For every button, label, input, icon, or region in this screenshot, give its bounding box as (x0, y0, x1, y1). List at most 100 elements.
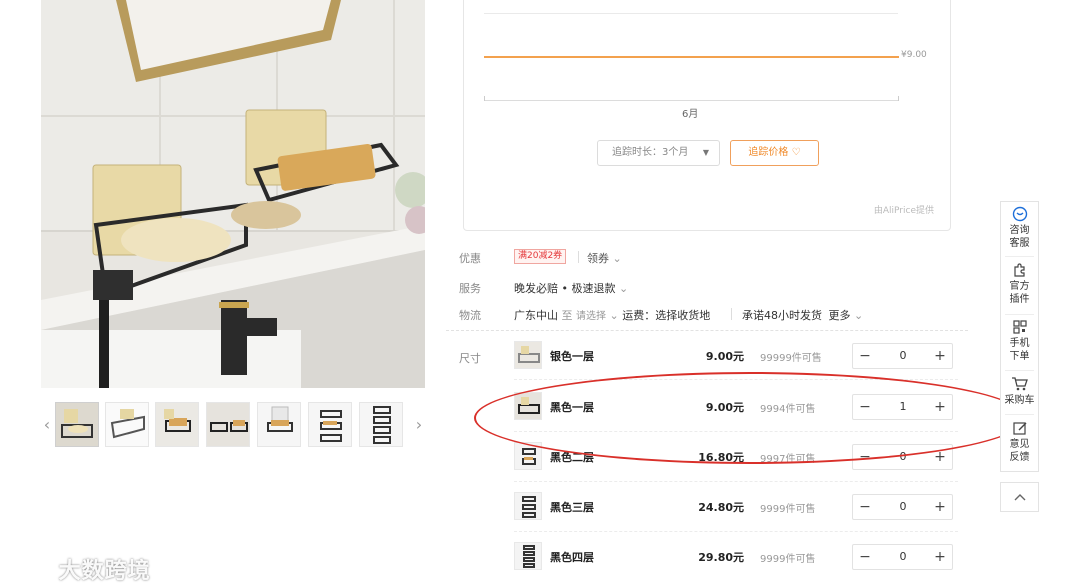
provider-credit: 由AliPrice提供 (873, 206, 934, 216)
chevron-up-icon (1014, 494, 1025, 501)
thumbnail[interactable] (308, 402, 352, 447)
price-axis-label: ¥9.00 (901, 50, 927, 60)
to-label: 至 (561, 309, 573, 322)
destination-select[interactable]: 请选择 (576, 311, 606, 322)
decrement-button[interactable]: − (853, 495, 877, 519)
edit-icon (1012, 422, 1026, 435)
sku-price: 16.80元 (698, 451, 744, 464)
cart-label: 采购车 (1004, 395, 1035, 406)
divider (1005, 314, 1034, 315)
decrement-button[interactable]: − (853, 395, 877, 419)
track-duration-select[interactable]: 追踪时长：3个月 ▼ (597, 140, 720, 166)
sku-price: 9.00元 (705, 401, 744, 414)
official-plugin-button[interactable]: 官方插件 (1001, 262, 1038, 306)
service-text: 晚发必赔 • 极速退款 (514, 282, 616, 295)
sku-row: 银色一层 9.00元 99999件可售 − 0 + (514, 341, 958, 371)
divider (1005, 370, 1034, 371)
row-divider (514, 431, 958, 432)
mobile-label: 手机下单 (1009, 338, 1030, 362)
increment-button[interactable]: + (928, 495, 952, 519)
main-product-image[interactable] (41, 0, 425, 388)
watermark-text: 大数跨境 (58, 559, 151, 584)
thumbnail-image (207, 403, 249, 446)
quantity-input[interactable]: 1 (877, 395, 929, 419)
thumbnail[interactable] (105, 402, 149, 447)
chevron-down-icon[interactable]: ⌄ (854, 309, 863, 322)
quantity-input[interactable]: 0 (877, 495, 929, 519)
chart-x-axis (484, 100, 899, 101)
feedback-button[interactable]: 意见反馈 (1001, 420, 1038, 464)
ship-promise-text: 承诺48小时发货 (742, 309, 822, 322)
sku-row: 黑色三层 24.80元 9999件可售 − 0 + (514, 492, 958, 522)
get-coupon-label: 领券 (587, 252, 609, 265)
size-label: 尺寸 (459, 352, 481, 365)
sku-image (515, 342, 541, 368)
quantity-input[interactable]: 0 (877, 545, 929, 569)
divider (1005, 414, 1034, 415)
sku-stock: 9997件可售 (760, 454, 816, 465)
increment-button[interactable]: + (928, 395, 952, 419)
quantity-stepper: − 0 + (852, 343, 953, 369)
thumbnail-image (360, 403, 402, 446)
back-to-top-button[interactable] (1000, 482, 1039, 512)
more-link[interactable]: 更多 (829, 309, 851, 322)
cart-icon (1011, 377, 1028, 391)
sku-stock: 99999件可售 (760, 353, 822, 364)
quantity-stepper: − 0 + (852, 494, 953, 520)
sku-thumbnail[interactable] (514, 341, 542, 369)
increment-button[interactable]: + (928, 445, 952, 469)
decrement-button[interactable]: − (853, 545, 877, 569)
sku-thumbnail[interactable] (514, 442, 542, 470)
sku-image (515, 443, 541, 469)
consult-label: 咨询客服 (1009, 225, 1030, 249)
thumbnail[interactable] (206, 402, 250, 447)
price-tracker-panel: ¥9.00 6月 追踪时长：3个月 ▼ 追踪价格 ♡ 由AliPrice提供 (463, 0, 951, 231)
sku-name: 黑色二层 (550, 451, 594, 464)
thumbnail[interactable] (257, 402, 301, 447)
month-tick-label: 6月 (682, 109, 699, 120)
increment-button[interactable]: + (928, 545, 952, 569)
sku-image (515, 543, 541, 569)
sku-row: 黑色二层 16.80元 9997件可售 − 0 + (514, 442, 958, 472)
chat-icon (1012, 206, 1027, 222)
thumbnail[interactable] (55, 402, 99, 447)
qr-code-icon (1012, 320, 1027, 334)
sku-image (515, 493, 541, 519)
caret-down-icon: ▼ (702, 148, 709, 157)
product-photo (41, 0, 425, 388)
divider (578, 251, 579, 263)
watermark-logo-icon (11, 565, 49, 579)
service-label: 服务 (459, 282, 481, 295)
get-coupon-link[interactable]: 领券 ⌄ (587, 250, 622, 266)
decrement-button[interactable]: − (853, 344, 877, 368)
thumb-next-arrow-icon[interactable]: › (413, 412, 425, 438)
purchase-cart-button[interactable]: 采购车 (1001, 376, 1038, 407)
feedback-label: 意见反馈 (1009, 439, 1030, 463)
thumb-prev-arrow-icon[interactable]: ‹ (41, 412, 53, 438)
consult-service-button[interactable]: 咨询客服 (1001, 206, 1038, 250)
quantity-input[interactable]: 0 (877, 445, 929, 469)
thumbnail-image (258, 403, 300, 446)
increment-button[interactable]: + (928, 344, 952, 368)
sku-stock: 9999件可售 (760, 554, 816, 565)
sku-thumbnail[interactable] (514, 542, 542, 570)
heart-icon: ♡ (791, 147, 801, 158)
axis-tick (484, 96, 485, 101)
quantity-input[interactable]: 0 (877, 344, 929, 368)
thumbnail-strip: ‹ › (41, 402, 425, 448)
service-guarantee[interactable]: 晚发必赔 • 极速退款 ⌄ (514, 280, 628, 296)
sku-price: 29.80元 (698, 551, 744, 564)
decrement-button[interactable]: − (853, 445, 877, 469)
sku-image (515, 393, 541, 419)
sku-thumbnail[interactable] (514, 392, 542, 420)
plugin-label: 官方插件 (1009, 281, 1030, 305)
sku-name: 黑色四层 (550, 551, 594, 564)
mobile-order-button[interactable]: 手机下单 (1001, 319, 1038, 363)
thumbnail-image (156, 403, 198, 446)
sku-thumbnail[interactable] (514, 492, 542, 520)
track-price-button[interactable]: 追踪价格 ♡ (730, 140, 819, 166)
thumbnail[interactable] (155, 402, 199, 447)
thumbnail[interactable] (359, 402, 403, 447)
coupon-badge[interactable]: 满20减2券 (514, 249, 567, 264)
sku-price: 9.00元 (705, 350, 744, 363)
